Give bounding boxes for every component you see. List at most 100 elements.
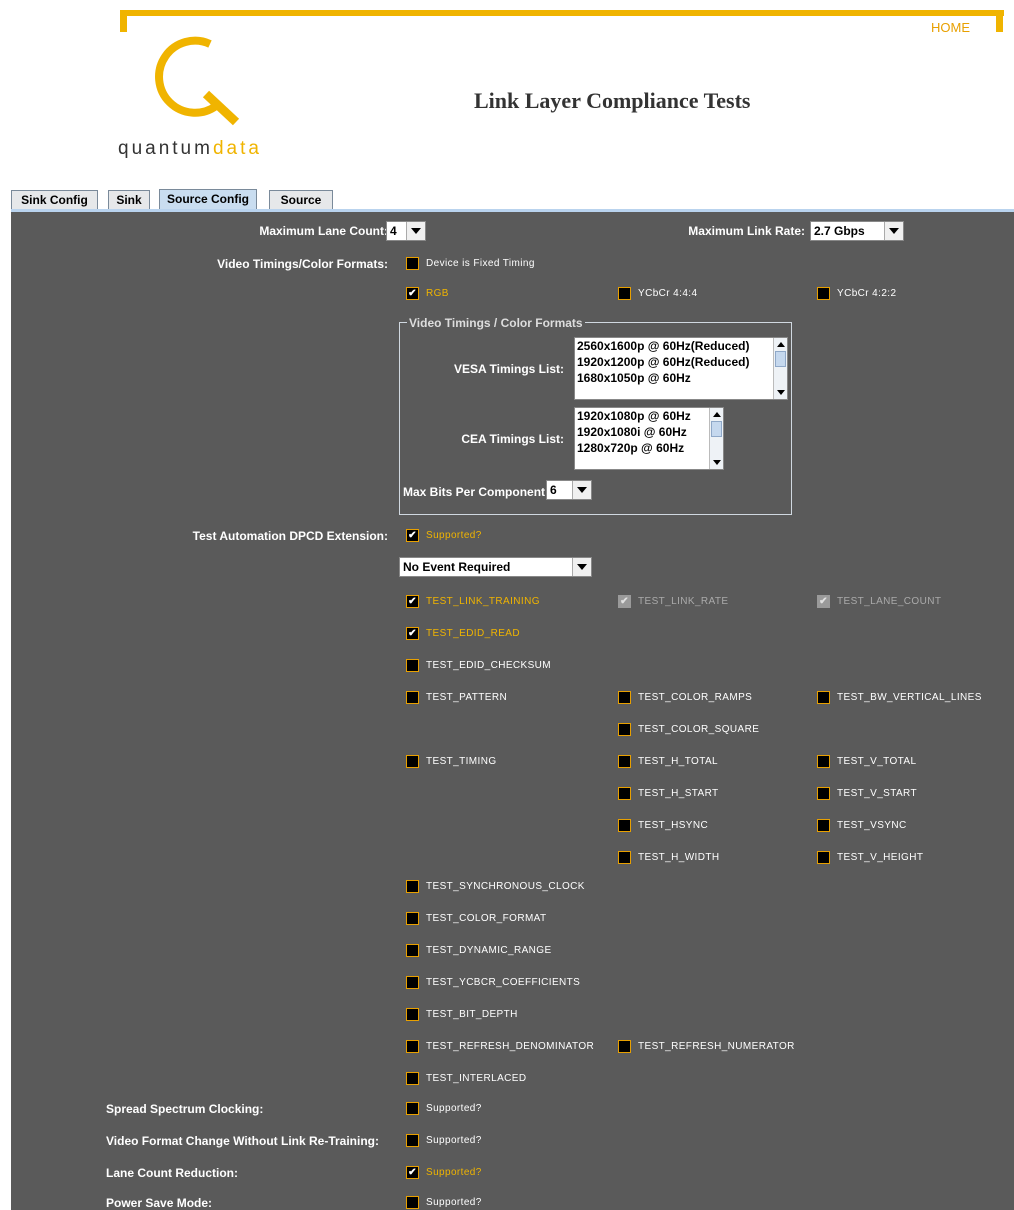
test-pattern-checkbox[interactable]: TEST_PATTERN xyxy=(406,691,507,704)
test-edid-read-checkbox[interactable]: ✔ TEST_EDID_READ xyxy=(406,627,520,640)
test-synchronous-clock-checkbox[interactable]: TEST_SYNCHRONOUS_CLOCK xyxy=(406,880,585,893)
checkbox-box[interactable] xyxy=(406,1134,419,1147)
checkbox-box[interactable] xyxy=(618,1040,631,1053)
checkbox-box[interactable] xyxy=(406,1008,419,1021)
chevron-down-icon[interactable] xyxy=(884,222,903,240)
test-interlaced-checkbox[interactable]: TEST_INTERLACED xyxy=(406,1072,526,1085)
chevron-down-icon[interactable] xyxy=(406,222,425,240)
ssc-checkbox[interactable]: Supported? xyxy=(406,1102,482,1115)
max-lane-count-select[interactable]: 4 xyxy=(386,221,426,241)
checkbox-box[interactable] xyxy=(817,819,830,832)
list-item[interactable]: 1920x1080i @ 60Hz xyxy=(575,424,723,440)
test-bit-depth-checkbox[interactable]: TEST_BIT_DEPTH xyxy=(406,1008,518,1021)
list-item[interactable]: 1680x1050p @ 60Hz xyxy=(575,370,787,386)
checkbox-box[interactable] xyxy=(406,944,419,957)
scroll-up-icon[interactable] xyxy=(711,409,722,420)
checkbox-box[interactable] xyxy=(618,819,631,832)
test-vsync-checkbox[interactable]: TEST_VSYNC xyxy=(817,819,907,832)
test-refresh-denominator-checkbox[interactable]: TEST_REFRESH_DENOMINATOR xyxy=(406,1040,594,1053)
test-color-ramps-checkbox[interactable]: TEST_COLOR_RAMPS xyxy=(618,691,752,704)
checkbox-box[interactable] xyxy=(406,1196,419,1209)
tab-source-config[interactable]: Source Config xyxy=(159,189,257,210)
test-hsync-checkbox[interactable]: TEST_HSYNC xyxy=(618,819,708,832)
test-h-width-checkbox[interactable]: TEST_H_WIDTH xyxy=(618,851,719,864)
checkmark-icon[interactable]: ✔ xyxy=(406,287,419,300)
checkbox-box[interactable] xyxy=(406,755,419,768)
test-label: TEST_VSYNC xyxy=(837,820,907,831)
checkbox-box[interactable] xyxy=(618,723,631,736)
test-ycbcr-coefficients-checkbox[interactable]: TEST_YCBCR_COEFFICIENTS xyxy=(406,976,580,989)
checkbox-box[interactable] xyxy=(406,880,419,893)
cea-timings-list[interactable]: 1920x1080p @ 60Hz 1920x1080i @ 60Hz 1280… xyxy=(574,407,724,470)
test-v-height-checkbox[interactable]: TEST_V_HEIGHT xyxy=(817,851,923,864)
checkbox-box[interactable] xyxy=(817,755,830,768)
scrollbar[interactable] xyxy=(709,408,723,469)
scroll-down-icon[interactable] xyxy=(711,457,722,468)
lcr-checkbox[interactable]: ✔ Supported? xyxy=(406,1166,482,1179)
chevron-down-icon[interactable] xyxy=(572,558,591,576)
test-v-total-checkbox[interactable]: TEST_V_TOTAL xyxy=(817,755,916,768)
checkbox-box[interactable] xyxy=(406,912,419,925)
checkbox-box[interactable] xyxy=(618,287,631,300)
checkbox-box[interactable] xyxy=(817,787,830,800)
fixed-timing-checkbox[interactable]: Device is Fixed Timing xyxy=(406,257,535,270)
test-refresh-numerator-checkbox[interactable]: TEST_REFRESH_NUMERATOR xyxy=(618,1040,795,1053)
home-link[interactable]: HOME xyxy=(931,20,970,35)
test-color-square-checkbox[interactable]: TEST_COLOR_SQUARE xyxy=(618,723,759,736)
checkbox-box[interactable] xyxy=(406,659,419,672)
list-item[interactable]: 1920x1200p @ 60Hz(Reduced) xyxy=(575,354,787,370)
chevron-down-icon[interactable] xyxy=(572,481,591,499)
checkbox-box[interactable] xyxy=(817,287,830,300)
tab-source[interactable]: Source xyxy=(269,190,333,209)
test-v-start-checkbox[interactable]: TEST_V_START xyxy=(817,787,917,800)
test-label: TEST_REFRESH_NUMERATOR xyxy=(638,1041,795,1052)
rgb-checkbox[interactable]: ✔ RGB xyxy=(406,287,449,300)
checkbox-box[interactable] xyxy=(618,787,631,800)
scrollbar[interactable] xyxy=(773,338,787,399)
checkbox-box[interactable] xyxy=(618,691,631,704)
test-label: TEST_BW_VERTICAL_LINES xyxy=(837,692,982,703)
checkmark-icon[interactable]: ✔ xyxy=(406,1166,419,1179)
scroll-down-icon[interactable] xyxy=(775,387,786,398)
checkbox-box[interactable] xyxy=(406,691,419,704)
test-label: TEST_EDID_READ xyxy=(426,628,520,639)
checkmark-icon[interactable]: ✔ xyxy=(406,627,419,640)
test-automation-checkbox[interactable]: ✔ Supported? xyxy=(406,529,482,542)
checkbox-box[interactable] xyxy=(817,691,830,704)
checkbox-box[interactable] xyxy=(406,257,419,270)
checkmark-icon[interactable]: ✔ xyxy=(406,529,419,542)
tab-sink-config[interactable]: Sink Config xyxy=(11,190,98,209)
vesa-timings-list[interactable]: 2560x1600p @ 60Hz(Reduced) 1920x1200p @ … xyxy=(574,337,788,400)
test-bw-vertical-lines-checkbox[interactable]: TEST_BW_VERTICAL_LINES xyxy=(817,691,982,704)
scroll-thumb[interactable] xyxy=(711,421,722,437)
checkbox-box[interactable] xyxy=(618,755,631,768)
test-link-training-checkbox[interactable]: ✔ TEST_LINK_TRAINING xyxy=(406,595,540,608)
test-dynamic-range-checkbox[interactable]: TEST_DYNAMIC_RANGE xyxy=(406,944,552,957)
test-timing-checkbox[interactable]: TEST_TIMING xyxy=(406,755,497,768)
scroll-up-icon[interactable] xyxy=(775,339,786,350)
max-link-rate-select[interactable]: 2.7 Gbps xyxy=(810,221,904,241)
list-item[interactable]: 2560x1600p @ 60Hz(Reduced) xyxy=(575,338,787,354)
ycbcr444-checkbox[interactable]: YCbCr 4:4:4 xyxy=(618,287,697,300)
psm-checkbox[interactable]: Supported? xyxy=(406,1196,482,1209)
test-h-start-checkbox[interactable]: TEST_H_START xyxy=(618,787,719,800)
checkbox-box[interactable] xyxy=(618,851,631,864)
event-select[interactable]: No Event Required xyxy=(399,557,592,577)
checkbox-box[interactable] xyxy=(406,1102,419,1115)
ycbcr422-checkbox[interactable]: YCbCr 4:2:2 xyxy=(817,287,896,300)
tab-sink[interactable]: Sink xyxy=(108,190,150,209)
scroll-thumb[interactable] xyxy=(775,351,786,367)
test-edid-checksum-checkbox[interactable]: TEST_EDID_CHECKSUM xyxy=(406,659,551,672)
list-item[interactable]: 1280x720p @ 60Hz xyxy=(575,440,723,456)
test-h-total-checkbox[interactable]: TEST_H_TOTAL xyxy=(618,755,718,768)
checkbox-box[interactable] xyxy=(406,1040,419,1053)
checkmark-icon[interactable]: ✔ xyxy=(406,595,419,608)
test-color-format-checkbox[interactable]: TEST_COLOR_FORMAT xyxy=(406,912,547,925)
vfc-checkbox[interactable]: Supported? xyxy=(406,1134,482,1147)
checkbox-box[interactable] xyxy=(406,976,419,989)
checkbox-box[interactable] xyxy=(817,851,830,864)
checkbox-box[interactable] xyxy=(406,1072,419,1085)
vesa-timings-label: VESA Timings List: xyxy=(453,362,564,376)
list-item[interactable]: 1920x1080p @ 60Hz xyxy=(575,408,723,424)
max-bpc-select[interactable]: 6 xyxy=(546,480,592,500)
